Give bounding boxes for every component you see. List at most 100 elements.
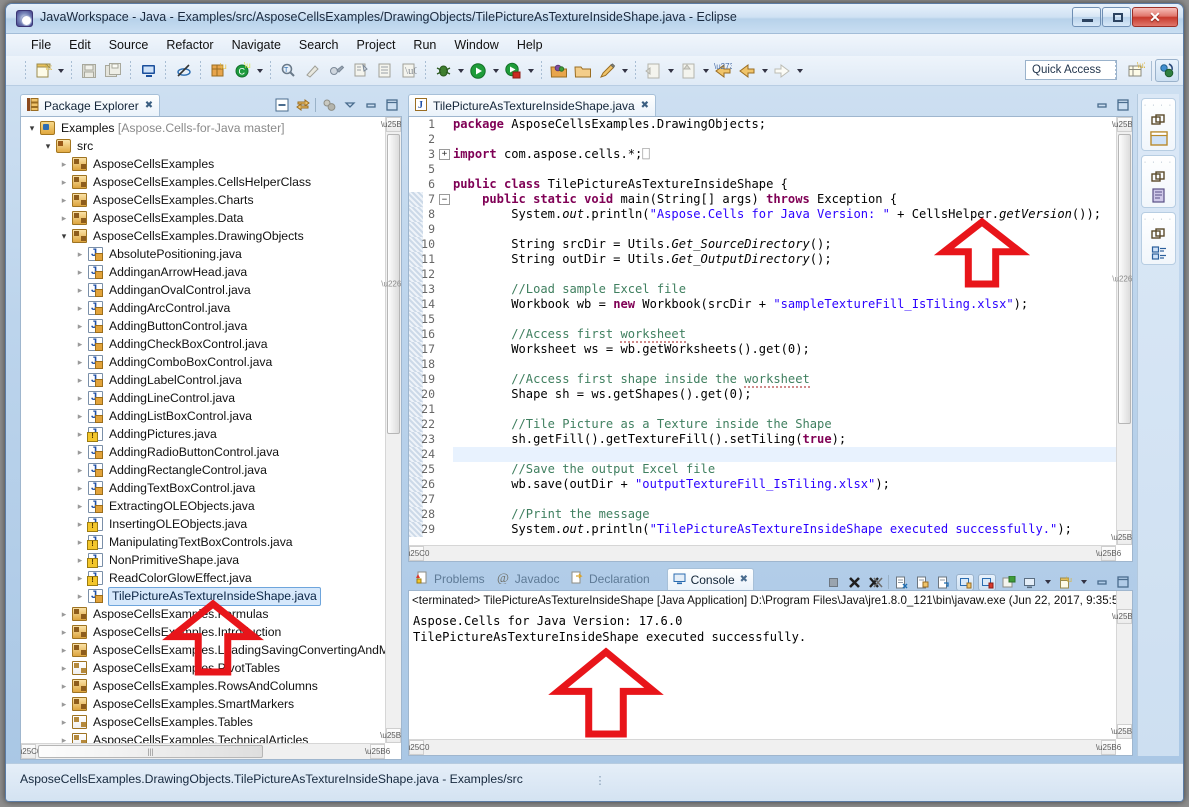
tree-item[interactable]: AbsolutePositioning.java	[21, 245, 385, 263]
scroll-up-arrow-icon[interactable]: \u25B2	[1112, 117, 1132, 132]
chevron-right-icon[interactable]	[57, 645, 71, 656]
tree-item[interactable]: AddinganArrowHead.java	[21, 263, 385, 281]
scroll-left-arrow-icon[interactable]: \u25C0	[409, 546, 429, 561]
menu-help[interactable]: Help	[508, 36, 552, 54]
remove-all-terminated-icon[interactable]	[867, 574, 884, 591]
tab-problems[interactable]: Problems	[411, 568, 490, 590]
chevron-right-icon[interactable]	[73, 465, 87, 476]
menu-search[interactable]: Search	[290, 36, 348, 54]
toggle-mark-occurrences-icon[interactable]	[373, 60, 395, 82]
tree-item[interactable]: AsposeCellsExamples.RowsAndColumns	[21, 677, 385, 695]
new-wizard-icon[interactable]: \u2726	[32, 60, 54, 82]
collapse-all-icon[interactable]	[273, 96, 290, 113]
tab-javadoc[interactable]: @ Javadoc	[492, 568, 565, 590]
new-java-class-icon[interactable]: C\u2726	[231, 60, 253, 82]
tree-item[interactable]: AsposeCellsExamples	[21, 155, 385, 173]
close-icon[interactable]: ✖	[740, 574, 748, 585]
coverage-dropdown-icon[interactable]	[525, 60, 536, 82]
chevron-right-icon[interactable]	[73, 519, 87, 530]
scroll-down-arrow-icon[interactable]: \u25BC	[1111, 724, 1132, 739]
vscroll-thumb[interactable]: \u2261	[381, 134, 401, 434]
tab-declaration[interactable]: Declaration	[566, 568, 655, 590]
chevron-right-icon[interactable]	[73, 285, 87, 296]
menu-edit[interactable]: Edit	[60, 36, 100, 54]
task-list-icon[interactable]	[1142, 243, 1175, 262]
tree-item[interactable]: AsposeCellsExamples.CellsHelperClass	[21, 173, 385, 191]
tree-item[interactable]: AsposeCellsExamples.Formulas	[21, 605, 385, 623]
tree-item[interactable]: AddingRectangleControl.java	[21, 461, 385, 479]
chevron-right-icon[interactable]	[57, 681, 71, 692]
minimize-view-icon[interactable]	[1093, 574, 1110, 591]
show-console-on-output-icon[interactable]	[956, 573, 974, 591]
tree-item[interactable]: AsposeCellsExamples.Tables	[21, 713, 385, 731]
open-task-icon[interactable]	[548, 60, 570, 82]
chevron-right-icon[interactable]	[73, 537, 87, 548]
forward-icon[interactable]	[771, 60, 793, 82]
tree-item[interactable]: AsposeCellsExamples.Charts	[21, 191, 385, 209]
chevron-right-icon[interactable]	[57, 213, 71, 224]
chevron-right-icon[interactable]	[73, 267, 87, 278]
tree-item[interactable]: NonPrimitiveShape.java	[21, 551, 385, 569]
link-with-editor-icon[interactable]	[294, 96, 311, 113]
external-tools-icon[interactable]	[349, 60, 371, 82]
back-icon[interactable]	[736, 60, 758, 82]
scroll-down-arrow-icon[interactable]: \u25BC	[1111, 530, 1132, 545]
clear-console-icon[interactable]	[893, 574, 910, 591]
close-icon[interactable]: ✖	[145, 100, 153, 111]
minimize-button[interactable]	[1072, 7, 1101, 27]
next-annotation-dropdown-icon[interactable]	[665, 60, 676, 82]
tree-item[interactable]: AddinganOvalControl.java	[21, 281, 385, 299]
run-icon[interactable]	[467, 60, 489, 82]
fold-expand-icon[interactable]: +	[439, 149, 450, 160]
scroll-lock-icon[interactable]	[914, 574, 931, 591]
tab-editor-file[interactable]: J TilePictureAsTextureInsideShape.java ✖	[408, 94, 657, 116]
chevron-right-icon[interactable]	[73, 249, 87, 260]
chevron-right-icon[interactable]	[73, 483, 87, 494]
chevron-right-icon[interactable]	[57, 699, 71, 710]
maximize-view-icon[interactable]	[1114, 574, 1131, 591]
menu-run[interactable]: Run	[404, 36, 445, 54]
chevron-down-icon[interactable]	[57, 231, 71, 242]
chevron-right-icon[interactable]	[73, 303, 87, 314]
show-whitespace-icon[interactable]: \u00b6	[397, 60, 419, 82]
chevron-right-icon[interactable]	[73, 375, 87, 386]
chevron-right-icon[interactable]	[57, 159, 71, 170]
vscroll-thumb[interactable]: \u2261	[1112, 134, 1132, 424]
chevron-right-icon[interactable]	[73, 555, 87, 566]
java-perspective-icon[interactable]	[1155, 59, 1179, 82]
chevron-right-icon[interactable]	[57, 609, 71, 620]
package-explorer-vscrollbar[interactable]: \u25B2 \u2261 \u25BC	[380, 117, 401, 743]
menu-refactor[interactable]: Refactor	[157, 36, 222, 54]
package-explorer-hscrollbar[interactable]: \u25C0 ||| \u25B6	[21, 743, 390, 759]
build-icon[interactable]	[325, 60, 347, 82]
fold-collapse-icon[interactable]: −	[439, 194, 450, 205]
minimize-view-icon[interactable]	[362, 96, 379, 113]
maximize-view-icon[interactable]	[1114, 96, 1131, 113]
tree-item[interactable]: AddingLineControl.java	[21, 389, 385, 407]
chevron-right-icon[interactable]	[57, 177, 71, 188]
toggle-link-icon[interactable]	[172, 60, 194, 82]
scroll-right-arrow-icon[interactable]: \u25B6	[1096, 740, 1121, 755]
scroll-left-arrow-icon[interactable]: \u25C0	[21, 744, 41, 759]
previous-annotation-icon[interactable]	[677, 60, 699, 82]
tree-item[interactable]: AddingPictures.java	[21, 425, 385, 443]
scroll-up-arrow-icon[interactable]: \u25B2	[1112, 609, 1132, 624]
tree-item[interactable]: AsposeCellsExamples.Data	[21, 209, 385, 227]
word-wrap-icon[interactable]	[935, 574, 952, 591]
chevron-right-icon[interactable]	[57, 717, 71, 728]
project-tree[interactable]: Examples [Aspose.Cells-for-Java master] s…	[21, 119, 385, 743]
restore-view-icon[interactable]	[1142, 110, 1175, 129]
console-output[interactable]: Aspose.Cells for Java Version: 17.6.0 Til…	[413, 613, 1114, 645]
tree-item[interactable]: ReadColorGlowEffect.java	[21, 569, 385, 587]
console-hscrollbar[interactable]: \u25C0 \u25B6	[409, 739, 1121, 755]
debug-dropdown-icon[interactable]	[455, 60, 466, 82]
annotate-icon[interactable]	[301, 60, 323, 82]
print-icon[interactable]	[137, 60, 159, 82]
tree-item[interactable]: AsposeCellsExamples.LoadingSavingConvert…	[21, 641, 385, 659]
chevron-right-icon[interactable]	[57, 627, 71, 638]
chevron-right-icon[interactable]	[73, 573, 87, 584]
restore-view-icon[interactable]	[1142, 167, 1175, 186]
terminate-icon[interactable]	[825, 574, 842, 591]
pin-console-icon[interactable]	[1000, 574, 1017, 591]
chevron-right-icon[interactable]	[73, 591, 87, 602]
